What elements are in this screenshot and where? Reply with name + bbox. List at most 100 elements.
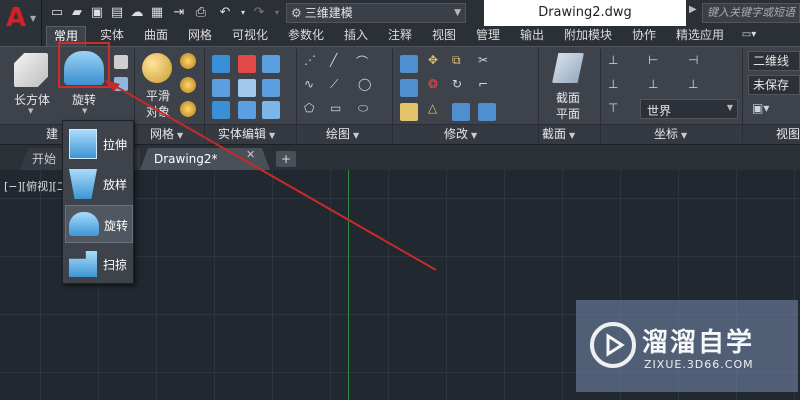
print-icon[interactable]: ⎙ bbox=[192, 4, 210, 22]
move-icon[interactable]: ✥ bbox=[428, 53, 438, 67]
line-icon[interactable]: ╱ bbox=[330, 53, 337, 67]
cloud-icon[interactable]: ☁ bbox=[128, 4, 146, 22]
3d-scale-icon[interactable]: △ bbox=[428, 101, 437, 115]
ucs-icon[interactable]: ⊥ bbox=[608, 53, 618, 67]
chevron-down-icon[interactable]: ▼ bbox=[82, 107, 87, 115]
chevron-down-icon: ▼ bbox=[177, 131, 184, 140]
arc-icon[interactable]: ⌒ bbox=[356, 53, 368, 70]
imprint-icon[interactable] bbox=[212, 101, 230, 119]
redo-dropdown-icon[interactable]: ▾ bbox=[268, 4, 286, 22]
web-icon[interactable]: ▦ bbox=[148, 4, 166, 22]
solid-intersect-icon[interactable] bbox=[262, 55, 280, 73]
panel-title-mesh[interactable]: 网格 ▼ bbox=[150, 125, 183, 143]
dropdown-item-label: 旋转 bbox=[104, 219, 129, 233]
tab-addins[interactable]: 附加模块 bbox=[558, 26, 618, 46]
open-folder-icon[interactable]: ▰ bbox=[68, 4, 86, 22]
visual-style-select[interactable]: 二维线 bbox=[748, 51, 800, 71]
ucs-origin-icon[interactable]: ⊢ bbox=[648, 53, 658, 67]
redo-icon[interactable]: ↷ bbox=[250, 4, 268, 22]
viewport-config-icon[interactable]: ▣▾ bbox=[752, 101, 769, 115]
separate-icon[interactable] bbox=[262, 101, 280, 119]
panel-title-section[interactable]: 截面 ▼ bbox=[542, 125, 575, 143]
trim-icon[interactable]: ✂ bbox=[478, 53, 488, 67]
ellipse-icon[interactable]: ⬭ bbox=[358, 101, 368, 116]
ucs-named-icon[interactable]: ⊤ bbox=[608, 101, 618, 115]
panel-title-solid-edit[interactable]: 实体编辑 ▼ bbox=[218, 125, 275, 143]
tab-surface[interactable]: 曲面 bbox=[138, 26, 174, 46]
chevron-down-icon[interactable]: ▼ bbox=[28, 107, 33, 115]
ucs-z-icon[interactable]: ⊥ bbox=[688, 77, 698, 91]
3d-move-icon[interactable]: ❂ bbox=[428, 77, 438, 91]
tab-collaborate[interactable]: 协作 bbox=[626, 26, 662, 46]
rotate-icon[interactable]: ↻ bbox=[452, 77, 462, 91]
extract-edges-icon[interactable] bbox=[212, 79, 230, 97]
3d-align-icon[interactable] bbox=[400, 79, 418, 97]
ray-icon[interactable]: ⟋ bbox=[330, 77, 338, 92]
section-plane-icon[interactable] bbox=[552, 53, 584, 83]
box-icon[interactable] bbox=[14, 53, 48, 87]
tab-visualize[interactable]: 可视化 bbox=[226, 26, 274, 46]
panel-title-view[interactable]: 视图 bbox=[776, 125, 800, 143]
panel-title-coordinates-text: 坐标 bbox=[654, 127, 679, 141]
shell-icon[interactable] bbox=[238, 101, 256, 119]
polygon-icon[interactable]: ⬠ bbox=[304, 101, 314, 115]
circle-icon[interactable]: ◯ bbox=[358, 77, 371, 91]
close-icon[interactable]: ✕ bbox=[246, 148, 255, 161]
export-icon[interactable]: ⇥ bbox=[170, 4, 188, 22]
mesh-sphere-icon[interactable] bbox=[180, 53, 196, 69]
undo-icon[interactable]: ↶ bbox=[216, 4, 234, 22]
mesh-refine-icon[interactable] bbox=[180, 77, 196, 93]
dropdown-item-revolve[interactable]: 旋转 bbox=[65, 205, 133, 243]
ucs-world-select[interactable]: 世界 ▼ bbox=[640, 99, 738, 119]
fillet-icon[interactable]: ⌐ bbox=[478, 77, 488, 91]
save-as-icon[interactable]: ▤ bbox=[108, 4, 126, 22]
rectangle-icon[interactable]: ▭ bbox=[330, 101, 341, 115]
revolve-label: 旋转 bbox=[72, 93, 97, 107]
dropdown-item-extrude[interactable]: 拉伸 bbox=[65, 125, 133, 163]
spline-icon[interactable]: ∿ bbox=[304, 77, 314, 91]
panel-title-modify[interactable]: 修改 ▼ bbox=[444, 125, 477, 143]
panel-title-draw[interactable]: 绘图 ▼ bbox=[326, 125, 359, 143]
tab-mesh[interactable]: 网格 bbox=[182, 26, 218, 46]
tab-view[interactable]: 视图 bbox=[426, 26, 462, 46]
new-tab-button[interactable]: + bbox=[276, 151, 296, 167]
dropdown-item-sweep[interactable]: 扫掠 bbox=[65, 245, 133, 283]
polyline-icon[interactable]: ⋰ bbox=[304, 53, 316, 67]
tab-featured-apps[interactable]: 精选应用 bbox=[670, 26, 730, 46]
mesh-crease-icon[interactable] bbox=[180, 101, 196, 117]
smooth-object-icon[interactable] bbox=[142, 53, 172, 83]
expand-arrow-icon[interactable]: ▶ bbox=[689, 4, 697, 15]
ucs-y-icon[interactable]: ⊥ bbox=[648, 77, 658, 91]
tab-output[interactable]: 输出 bbox=[514, 26, 550, 46]
presspull-icon[interactable] bbox=[114, 77, 128, 91]
copy-icon[interactable]: ⧉ bbox=[452, 53, 461, 68]
tab-annotate[interactable]: 注释 bbox=[382, 26, 418, 46]
erase-icon[interactable] bbox=[400, 103, 418, 121]
ucs-x-icon[interactable]: ⊥ bbox=[608, 77, 618, 91]
ucs-3point-icon[interactable]: ⊣ bbox=[688, 53, 698, 67]
solid-union-icon[interactable] bbox=[212, 55, 230, 73]
tab-parametric[interactable]: 参数化 bbox=[282, 26, 330, 46]
chevron-down-icon: ▼ bbox=[269, 131, 276, 140]
panel-title-modeling[interactable]: 建 bbox=[46, 125, 58, 143]
thicken-icon[interactable] bbox=[262, 79, 280, 97]
dropdown-item-loft[interactable]: 放样 bbox=[65, 165, 133, 203]
union-icon[interactable] bbox=[114, 55, 128, 69]
3d-array-icon[interactable] bbox=[452, 103, 470, 121]
solid-subtract-icon[interactable] bbox=[238, 55, 256, 73]
search-input[interactable]: 键入关键字或短语 bbox=[702, 3, 800, 23]
tab-insert[interactable]: 插入 bbox=[338, 26, 374, 46]
save-icon[interactable]: ▣ bbox=[88, 4, 106, 22]
tab-manage[interactable]: 管理 bbox=[470, 26, 506, 46]
new-file-icon[interactable]: ▭ bbox=[48, 4, 66, 22]
slice-icon[interactable] bbox=[238, 79, 256, 97]
ribbon-minimize-icon[interactable]: ▭▾ bbox=[736, 26, 762, 46]
named-view-select[interactable]: 未保存 bbox=[748, 75, 800, 95]
3d-mirror-icon[interactable] bbox=[478, 103, 496, 121]
viewport-controls-label[interactable]: [−][俯视][二 bbox=[4, 178, 68, 194]
panel-title-coordinates[interactable]: 坐标 ▼ bbox=[654, 125, 687, 143]
application-menu-button[interactable]: A ▼ bbox=[0, 0, 42, 46]
mirror-icon[interactable] bbox=[400, 55, 418, 73]
workspace-select[interactable]: ⚙ 三维建模 ▼ bbox=[286, 3, 466, 23]
y-axis-line bbox=[348, 170, 349, 400]
